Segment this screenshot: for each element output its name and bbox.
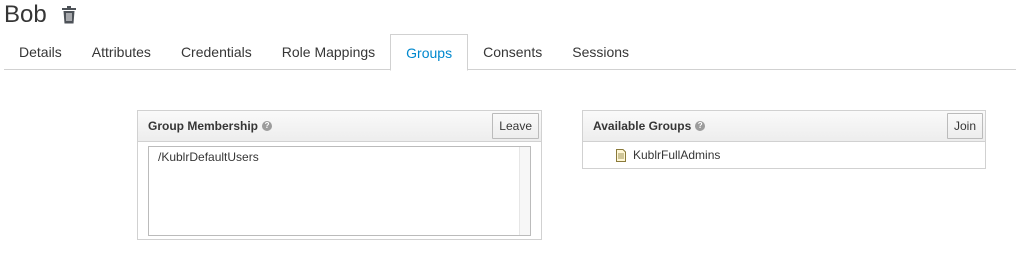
available-groups-header: Available Groups ? Join — [583, 111, 985, 142]
group-label: KublrFullAdmins — [633, 148, 721, 162]
help-icon[interactable]: ? — [262, 121, 273, 131]
group-membership-header: Group Membership ? Leave — [138, 111, 541, 142]
tab-attributes[interactable]: Attributes — [77, 34, 166, 70]
group-membership-list[interactable]: /KublrDefaultUsers — [148, 146, 531, 236]
available-groups-title-wrap: Available Groups ? — [593, 119, 706, 133]
tab-groups[interactable]: Groups — [390, 34, 469, 71]
leave-button[interactable]: Leave — [492, 113, 539, 139]
list-item[interactable]: KublrFullAdmins — [583, 142, 985, 168]
tab-credentials[interactable]: Credentials — [166, 34, 267, 70]
page-title: Bob — [4, 1, 47, 28]
tab-role-mappings[interactable]: Role Mappings — [267, 34, 390, 70]
group-membership-panel: Group Membership ? Leave /KublrDefaultUs… — [137, 110, 542, 240]
tab-sessions[interactable]: Sessions — [557, 34, 644, 70]
tab-details[interactable]: Details — [4, 34, 77, 70]
scrollbar[interactable] — [519, 147, 530, 235]
trash-icon[interactable] — [61, 6, 77, 24]
available-groups-panel: Available Groups ? Join KublrFullAdmins — [582, 110, 986, 169]
join-button[interactable]: Join — [946, 113, 983, 139]
group-membership-title-wrap: Group Membership ? — [148, 119, 273, 133]
list-item[interactable]: /KublrDefaultUsers — [149, 147, 530, 167]
file-icon — [616, 148, 626, 162]
page-header: Bob — [4, 0, 77, 30]
group-membership-title: Group Membership — [148, 119, 259, 133]
tab-consents[interactable]: Consents — [468, 34, 557, 70]
help-icon[interactable]: ? — [695, 121, 706, 131]
tab-bar: Details Attributes Credentials Role Mapp… — [4, 34, 1016, 71]
available-groups-title: Available Groups — [593, 119, 692, 133]
